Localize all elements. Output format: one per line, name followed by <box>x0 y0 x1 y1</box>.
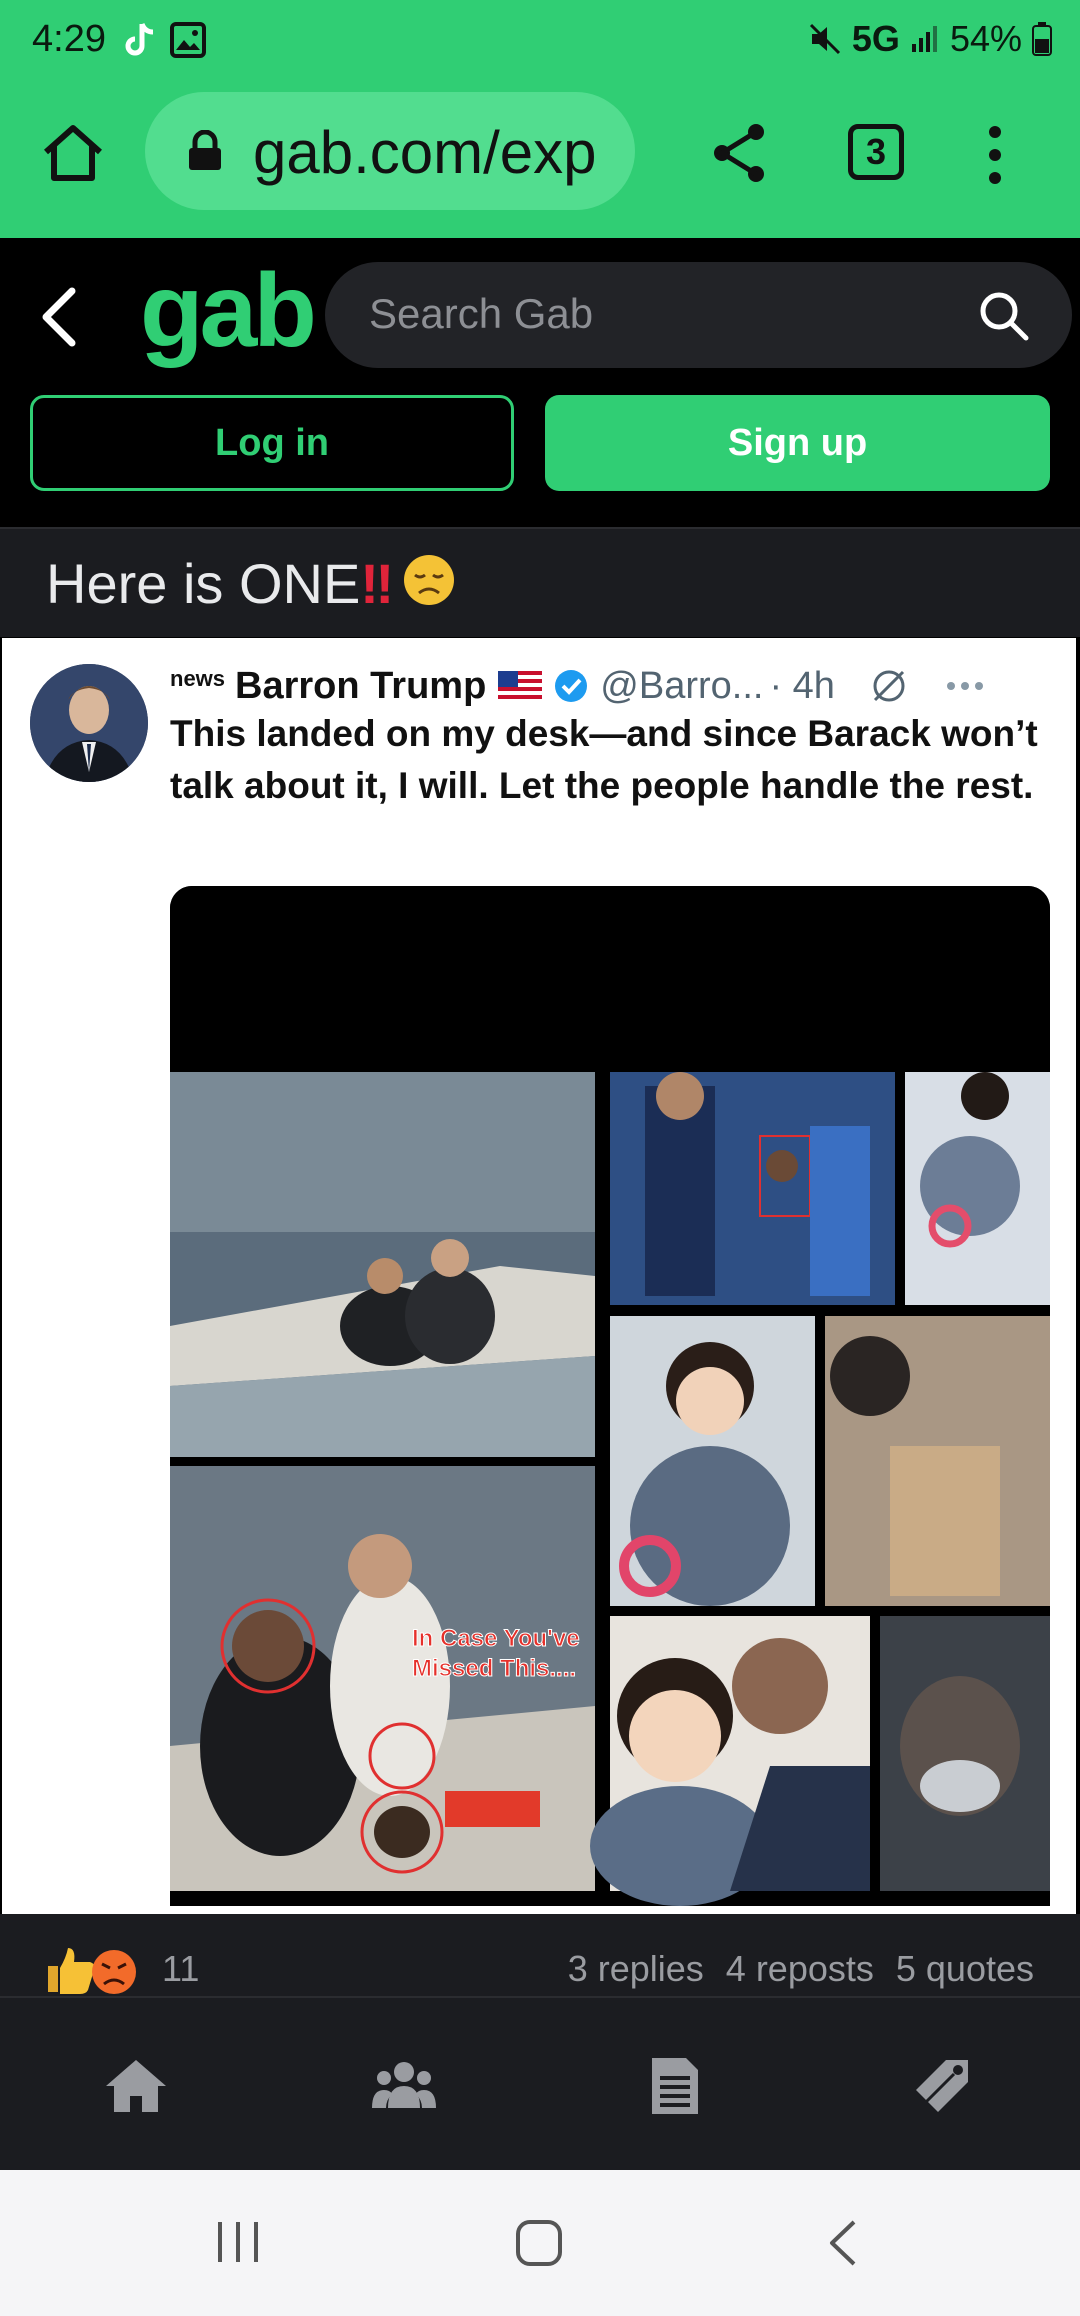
battery-percent: 54% <box>949 18 1022 59</box>
avatar <box>30 664 148 782</box>
status-bar: 4:29 5G 54% <box>0 0 1080 80</box>
search-icon[interactable] <box>978 290 1030 342</box>
back-button-icon[interactable] <box>826 2218 860 2268</box>
android-nav-bar <box>0 2170 1080 2316</box>
embed-header: news Barron Trump @Barro... · 4h <box>170 658 1070 714</box>
post-text-content: Here is ONE <box>46 552 361 615</box>
bottom-nav <box>0 1996 1080 2170</box>
reposts-count[interactable]: 4 reposts <box>726 1948 874 1990</box>
lock-icon <box>189 130 221 170</box>
marketplace-tag-icon[interactable] <box>912 2054 976 2118</box>
collage-overlay-text: In Case You've <box>412 1625 580 1652</box>
author-handle: @Barro... <box>600 664 764 707</box>
search-placeholder: Search Gab <box>369 290 594 337</box>
thumbs-up-emoji <box>48 1948 95 1994</box>
more-menu-icon[interactable] <box>980 122 1010 188</box>
embedded-image[interactable]: news Barron Trump @Barro... · 4h This la… <box>2 638 1076 1914</box>
reaction-count: 11 <box>162 1948 200 1989</box>
status-time: 4:29 <box>32 18 106 60</box>
news-icon[interactable] <box>642 2054 706 2118</box>
post-stats: 11 3 replies 4 reposts 5 quotes <box>0 1914 1080 1996</box>
gab-logo[interactable]: gab <box>140 252 317 371</box>
news-label: news <box>170 666 226 691</box>
status-right: 5G 54% <box>808 18 1052 60</box>
quotes-count[interactable]: 5 quotes <box>896 1948 1034 1990</box>
more-options-icon <box>946 682 983 690</box>
gallery-icon <box>170 22 206 58</box>
post-body: Here is ONE‼ <box>0 527 1080 637</box>
post-text: Here is ONE‼ <box>46 551 394 616</box>
replies-count[interactable]: 3 replies <box>568 1948 704 1990</box>
search-input[interactable]: Search Gab <box>325 262 1072 368</box>
verified-badge-icon <box>555 670 588 702</box>
recent-apps-icon[interactable] <box>214 2218 262 2266</box>
us-flag-icon <box>498 671 543 701</box>
signup-button[interactable]: Sign up <box>545 395 1050 491</box>
mute-icon <box>809 23 840 55</box>
url-bar[interactable]: gab.com/exp <box>145 92 635 210</box>
photo-collage: In Case You've Missed This.... <box>170 886 1050 1906</box>
post-counts: 3 replies 4 reposts 5 quotes <box>568 1948 1034 1990</box>
post-time: · 4h <box>769 664 835 707</box>
double-exclamation-emoji: ‼ <box>360 552 395 615</box>
login-button[interactable]: Log in <box>30 395 514 491</box>
groups-icon[interactable] <box>372 2054 436 2118</box>
author-name: Barron Trump <box>235 664 487 707</box>
tiktok-icon <box>125 23 154 56</box>
collage-overlay-text-2: Missed This.... <box>412 1655 576 1682</box>
browser-toolbar: gab.com/exp 3 <box>0 80 1080 238</box>
tweet-text: This landed on my desk—and since Barack … <box>170 713 1038 806</box>
reaction-icons[interactable] <box>44 1942 142 1996</box>
gab-header: gab Search Gab Log in Sign up <box>0 238 1080 528</box>
share-icon[interactable] <box>710 120 770 186</box>
grok-icon <box>873 670 905 702</box>
angry-face-emoji <box>92 1950 136 1994</box>
network-type: 5G <box>851 18 900 59</box>
back-chevron-icon[interactable] <box>38 285 78 349</box>
signal-icon <box>911 26 937 52</box>
home-button-icon[interactable] <box>514 2218 564 2268</box>
url-text: gab.com/exp <box>253 119 597 186</box>
home-icon[interactable] <box>40 120 106 186</box>
battery-icon <box>1032 22 1052 56</box>
disappointed-face-emoji <box>404 555 454 605</box>
tab-switcher-button[interactable]: 3 <box>848 124 904 180</box>
home-icon[interactable] <box>104 2054 168 2118</box>
embed-media-collage: In Case You've Missed This.... <box>170 886 1050 1906</box>
